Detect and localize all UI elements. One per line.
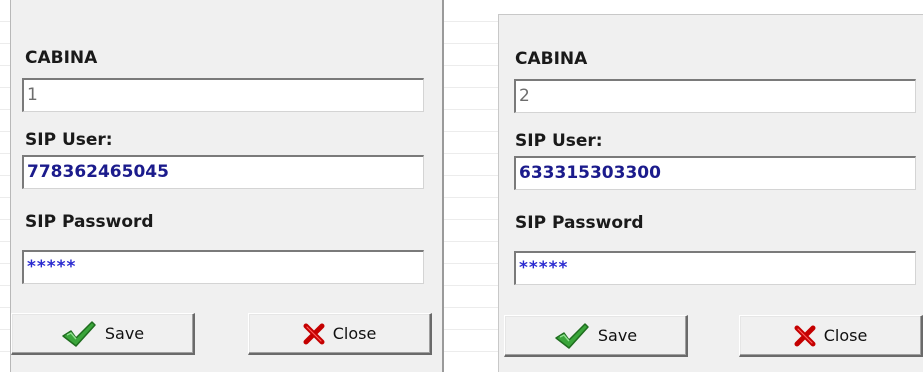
save-button-label: Save [104,324,145,343]
sip-user-field[interactable]: 778362465045 [22,155,424,189]
close-button-label: Close [823,326,868,345]
cabina-dialog-1: CABINA 1 SIP User: 778362465045 SIP Pass… [10,0,444,372]
cabina-label: CABINA [25,48,98,68]
close-button-label: Close [332,324,377,343]
red-x-icon [303,323,325,345]
save-button[interactable]: Save [504,315,688,357]
cabina-dialog-2: CABINA 2 SIP User: 633315303300 SIP Pass… [498,14,923,372]
close-button[interactable]: Close [248,313,432,355]
green-checkmark-icon [61,320,97,348]
cabina-field[interactable]: 1 [22,78,424,112]
save-button-label: Save [597,326,638,345]
cabina-label: CABINA [515,49,588,69]
sip-user-field[interactable]: 633315303300 [514,156,916,190]
sip-user-label: SIP User: [25,130,113,150]
sip-password-field[interactable]: ***** [514,251,916,285]
green-checkmark-icon [554,322,590,350]
cabina-field[interactable]: 2 [514,79,916,113]
sip-password-field[interactable]: ***** [22,250,424,284]
save-button[interactable]: Save [11,313,195,355]
sip-password-label: SIP Password [515,213,644,233]
red-x-icon [794,325,816,347]
close-button[interactable]: Close [739,315,923,357]
sip-user-label: SIP User: [515,131,603,151]
sip-password-label: SIP Password [25,212,154,232]
